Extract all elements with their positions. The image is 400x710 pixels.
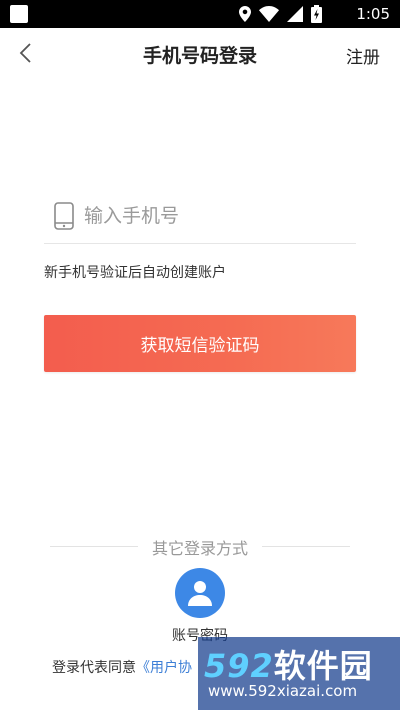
watermark-url: www.592xiazai.com xyxy=(208,682,358,700)
auto-register-hint: 新手机号验证后自动创建账户 xyxy=(44,265,226,281)
other-login-label: 其它登录方式 xyxy=(151,539,248,558)
signal-icon xyxy=(287,6,303,22)
location-icon xyxy=(239,6,251,22)
user-agreement-link[interactable]: 《用户协 xyxy=(136,660,192,676)
get-sms-code-button[interactable]: 获取短信验证码 xyxy=(44,315,356,372)
app-notification-icon xyxy=(10,5,28,23)
watermark-number: 592 xyxy=(204,647,274,685)
watermark-overlay: 592软件园 www.592xiazai.com xyxy=(198,637,400,710)
status-time: 1:05 xyxy=(356,5,390,23)
account-password-login-button[interactable]: 账号密码 xyxy=(160,566,240,648)
phone-input-row xyxy=(44,192,356,244)
divider-line-right xyxy=(262,546,350,547)
register-link[interactable]: 注册 xyxy=(346,43,380,68)
agreement-text: 登录代表同意《用户协 xyxy=(52,657,192,677)
phone-number-input[interactable] xyxy=(84,200,344,232)
watermark-text: 软件园 xyxy=(273,647,373,685)
status-bar: 1:05 xyxy=(0,0,400,28)
user-icon xyxy=(175,568,225,618)
page-title: 手机号码登录 xyxy=(142,45,257,67)
nav-bar: 手机号码登录 注册 xyxy=(0,28,400,78)
watermark-logo: 592软件园 xyxy=(204,641,373,687)
status-icons xyxy=(239,5,322,23)
agreement-prefix: 登录代表同意 xyxy=(52,660,136,676)
other-login-divider: 其它登录方式 xyxy=(50,534,350,558)
mobile-phone-icon xyxy=(54,202,74,230)
battery-icon xyxy=(311,5,322,23)
wifi-icon xyxy=(259,6,279,22)
